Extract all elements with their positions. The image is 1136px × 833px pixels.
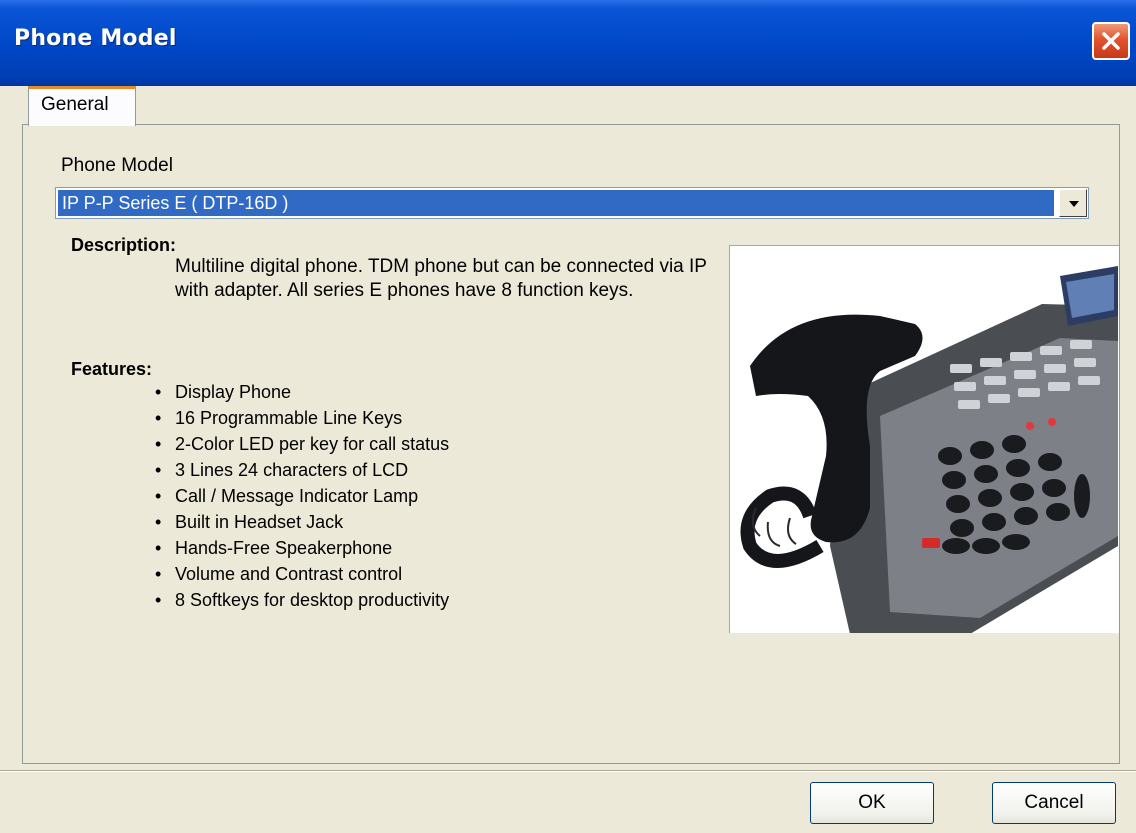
feature-item: Call / Message Indicator Lamp: [149, 483, 449, 509]
close-icon: [1102, 32, 1120, 50]
tab-general-label: General: [41, 94, 109, 115]
dialog-body: Phone Model IP P-P Series E ( DTP-16D ) …: [0, 86, 1136, 833]
features-list: Display Phone 16 Programmable Line Keys …: [149, 379, 449, 613]
tab-general[interactable]: General: [28, 86, 136, 126]
window-title: Phone Model: [14, 26, 177, 51]
feature-item: Built in Headset Jack: [149, 509, 449, 535]
feature-item: Volume and Contrast control: [149, 561, 449, 587]
feature-item: Display Phone: [149, 379, 449, 405]
features-heading: Features:: [71, 359, 153, 379]
dropdown-button[interactable]: [1059, 189, 1087, 217]
phone-model-label: Phone Model: [61, 155, 173, 176]
feature-item: Hands-Free Speakerphone: [149, 535, 449, 561]
close-button[interactable]: [1092, 22, 1130, 60]
ok-button[interactable]: OK: [810, 782, 934, 824]
button-separator: [0, 770, 1136, 772]
feature-item: 8 Softkeys for desktop productivity: [149, 587, 449, 613]
feature-item: 16 Programmable Line Keys: [149, 405, 449, 431]
feature-item: 3 Lines 24 characters of LCD: [149, 457, 449, 483]
cancel-button[interactable]: Cancel: [992, 782, 1116, 824]
feature-item: 2-Color LED per key for call status: [149, 431, 449, 457]
chevron-down-icon: [1069, 201, 1079, 207]
title-bar[interactable]: Phone Model: [0, 0, 1136, 86]
tab-panel-general: Phone Model IP P-P Series E ( DTP-16D ) …: [22, 124, 1120, 764]
phone-photo: [729, 245, 1119, 633]
phone-model-select[interactable]: IP P-P Series E ( DTP-16D ): [55, 187, 1089, 219]
phone-model-selected-value[interactable]: IP P-P Series E ( DTP-16D ): [58, 190, 1054, 216]
description-text: Multiline digital phone. TDM phone but c…: [175, 256, 707, 301]
description-heading: Description:: [71, 235, 177, 255]
desk-phone-image: [740, 266, 1118, 633]
